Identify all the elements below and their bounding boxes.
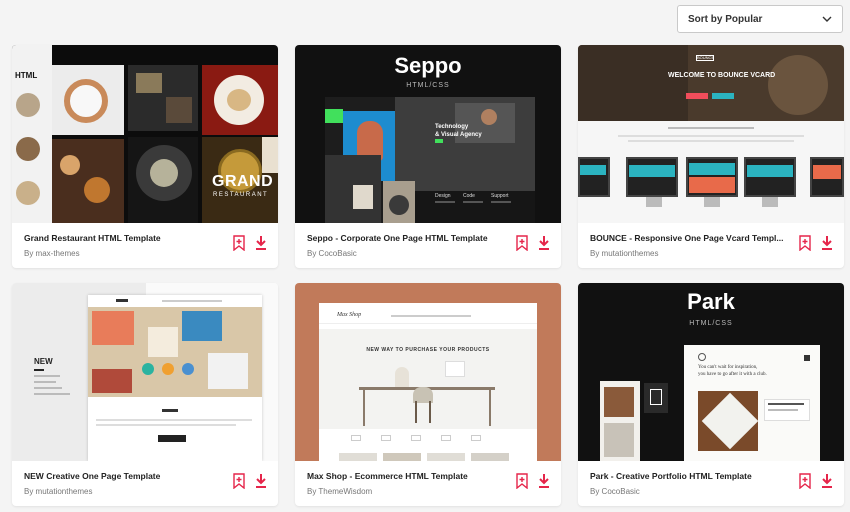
template-author[interactable]: By CocoBasic (307, 249, 549, 258)
template-author[interactable]: By CocoBasic (590, 487, 832, 496)
template-card[interactable]: Park HTML/CSS You can't wait for inspira… (578, 283, 844, 506)
preview-quote-2: you have to go after it with a club. (698, 372, 767, 377)
preview-heading: Park (687, 289, 735, 314)
template-title[interactable]: Park - Creative Portfolio HTML Template (590, 471, 795, 481)
bookmark-icon[interactable] (232, 235, 246, 251)
bookmark-icon[interactable] (515, 473, 529, 489)
preview-subheading: HTML/CSS (406, 82, 450, 89)
template-title[interactable]: BOUNCE - Responsive One Page Vcard Templ… (590, 233, 795, 243)
preview-quote: You can't wait for inspiration, (698, 365, 758, 370)
download-icon[interactable] (820, 235, 834, 251)
preview-tagline: Technology (435, 124, 469, 130)
template-author[interactable]: By max-themes (24, 249, 266, 258)
preview-subheading: HTML/CSS (689, 320, 733, 327)
template-title[interactable]: Seppo - Corporate One Page HTML Template (307, 233, 512, 243)
template-preview-image[interactable]: Seppo HTML/CSS Technology & Visual Agenc… (295, 45, 561, 223)
template-title[interactable]: Grand Restaurant HTML Template (24, 233, 229, 243)
preview-brand: GRAND (212, 173, 274, 190)
preview-brand-sub: RESTAURANT (213, 192, 269, 198)
template-preview-image[interactable]: Max Shop NEW WAY TO PURCHASE YOUR PRODUC… (295, 283, 561, 461)
download-icon[interactable] (537, 235, 551, 251)
download-icon[interactable] (254, 235, 268, 251)
template-author[interactable]: By mutationthemes (24, 487, 266, 496)
sort-dropdown[interactable]: Sort by Popular (677, 5, 843, 33)
template-author[interactable]: By ThemeWisdom (307, 487, 549, 496)
template-card[interactable]: Seppo HTML/CSS Technology & Visual Agenc… (295, 45, 561, 268)
preview-heading: WELCOME TO BOUNCE VCARD (668, 72, 776, 79)
template-card[interactable]: Max Shop NEW WAY TO PURCHASE YOUR PRODUC… (295, 283, 561, 506)
template-preview-image[interactable]: Park HTML/CSS You can't wait for inspira… (578, 283, 844, 461)
preview-col-support: Support (491, 193, 509, 199)
bookmark-icon[interactable] (515, 235, 529, 251)
template-preview-image[interactable]: NEW (12, 283, 278, 461)
bookmark-icon[interactable] (232, 473, 246, 489)
template-preview-image[interactable]: HTML GRAND RESTAURANT (12, 45, 278, 223)
preview-col-design: Design (435, 193, 451, 199)
template-title[interactable]: NEW Creative One Page Template (24, 471, 229, 481)
chevron-down-icon (822, 16, 832, 22)
preview-badge: BOUNCE (696, 55, 715, 61)
bookmark-icon[interactable] (798, 473, 812, 489)
template-author[interactable]: By mutationthemes (590, 249, 832, 258)
template-card[interactable]: HTML GRAND RESTAURANT Grand Restaurant H… (12, 45, 278, 268)
download-icon[interactable] (254, 473, 268, 489)
preview-label: NEW (34, 357, 53, 366)
bookmark-icon[interactable] (798, 235, 812, 251)
preview-col-code: Code (463, 193, 475, 199)
template-preview-image[interactable]: BOUNCE WELCOME TO BOUNCE VCARD (578, 45, 844, 223)
template-title[interactable]: Max Shop - Ecommerce HTML Template (307, 471, 512, 481)
preview-logo: HTML (15, 71, 38, 80)
download-icon[interactable] (537, 473, 551, 489)
preview-heading: Seppo (394, 53, 462, 78)
sort-label: Sort by Popular (688, 13, 763, 25)
template-card[interactable]: BOUNCE WELCOME TO BOUNCE VCARD BOUNCE - … (578, 45, 844, 268)
preview-tagline-2: & Visual Agency (435, 132, 482, 138)
template-card[interactable]: NEW NEW Creative One Page Template By mu… (12, 283, 278, 506)
download-icon[interactable] (820, 473, 834, 489)
preview-heading: NEW WAY TO PURCHASE YOUR PRODUCTS (366, 347, 490, 353)
preview-logo: Max Shop (337, 312, 362, 318)
